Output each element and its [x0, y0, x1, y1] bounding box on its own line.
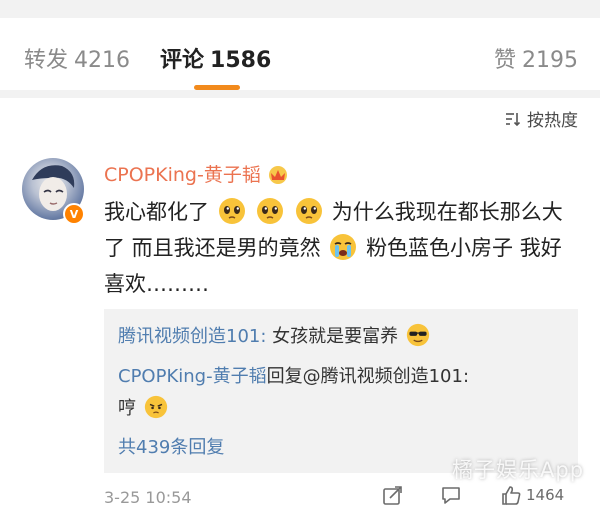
sort-label: 按热度 [527, 111, 578, 131]
sort-icon [506, 112, 521, 126]
tab-comment-label: 评论 [160, 48, 205, 73]
status-gap [0, 0, 600, 18]
sort-by-hot-button[interactable]: 按热度 [505, 106, 578, 131]
tab-repost[interactable]: 转发 4216 [24, 42, 130, 74]
comment-text-part1: 我心都化了 [104, 200, 209, 224]
reply-author[interactable]: CPOPKing-黄子韬 [118, 366, 267, 387]
share-button[interactable] [382, 484, 404, 506]
tab-like-count: 2195 [522, 48, 578, 73]
pouting-face-icon [144, 395, 167, 419]
tearful-face-icon [296, 198, 323, 224]
section-divider [0, 90, 600, 98]
cool-sunglasses-face-icon [406, 323, 430, 347]
tab-bar: 转发 4216 评论 1586 赞 2195 [0, 18, 600, 90]
verified-badge: V [63, 203, 85, 225]
comment-bubble-icon [442, 487, 460, 504]
reply-text: 回复@腾讯视频创造101: [266, 366, 470, 387]
view-all-replies-link[interactable]: 共439条回复 [118, 434, 224, 462]
reply-continued: 哼 [118, 395, 170, 423]
share-icon [383, 486, 402, 505]
tab-comment-count: 1586 [210, 48, 272, 73]
reply-author[interactable]: 腾讯视频创造101: [118, 326, 266, 347]
reply-continued-text: 哼 [118, 398, 136, 419]
like-count: 1464 [526, 486, 565, 504]
reply-item[interactable]: 腾讯视频创造101: 女孩就是要富养 [118, 323, 432, 351]
reply-text: 女孩就是要富养 [266, 326, 399, 347]
tearful-face-icon [218, 198, 245, 224]
reply-thread[interactable]: 腾讯视频创造101: 女孩就是要富养 CPOPKing-黄子韬回复@腾讯视频创造… [104, 309, 578, 473]
comment-author-name: CPOPKing-黄子韬 [104, 164, 261, 186]
tab-like[interactable]: 赞 2195 [494, 42, 578, 74]
comment-timestamp: 3-25 10:54 [104, 488, 192, 507]
like-button[interactable]: 1464 [500, 484, 564, 506]
tab-repost-count: 4216 [74, 48, 131, 73]
watermark: 橘子娱乐App [452, 458, 585, 482]
reply-item[interactable]: CPOPKing-黄子韬回复@腾讯视频创造101: [118, 363, 469, 391]
member-crown-icon [268, 165, 287, 184]
tab-like-label: 赞 [493, 48, 516, 73]
comment-author[interactable]: CPOPKing-黄子韬 [104, 160, 289, 187]
crying-face-icon [330, 234, 357, 260]
tearful-face-icon [257, 198, 284, 224]
reply-comment-button[interactable] [440, 484, 462, 506]
thumbs-up-icon [502, 486, 521, 505]
comment-text: 我心都化了 为什么我现在都长那么大了 而且我还是男的竟然 粉色蓝色小房子 我好喜… [104, 194, 574, 302]
tab-comment[interactable]: 评论 1586 [160, 42, 271, 74]
tab-repost-label: 转发 [24, 48, 69, 73]
